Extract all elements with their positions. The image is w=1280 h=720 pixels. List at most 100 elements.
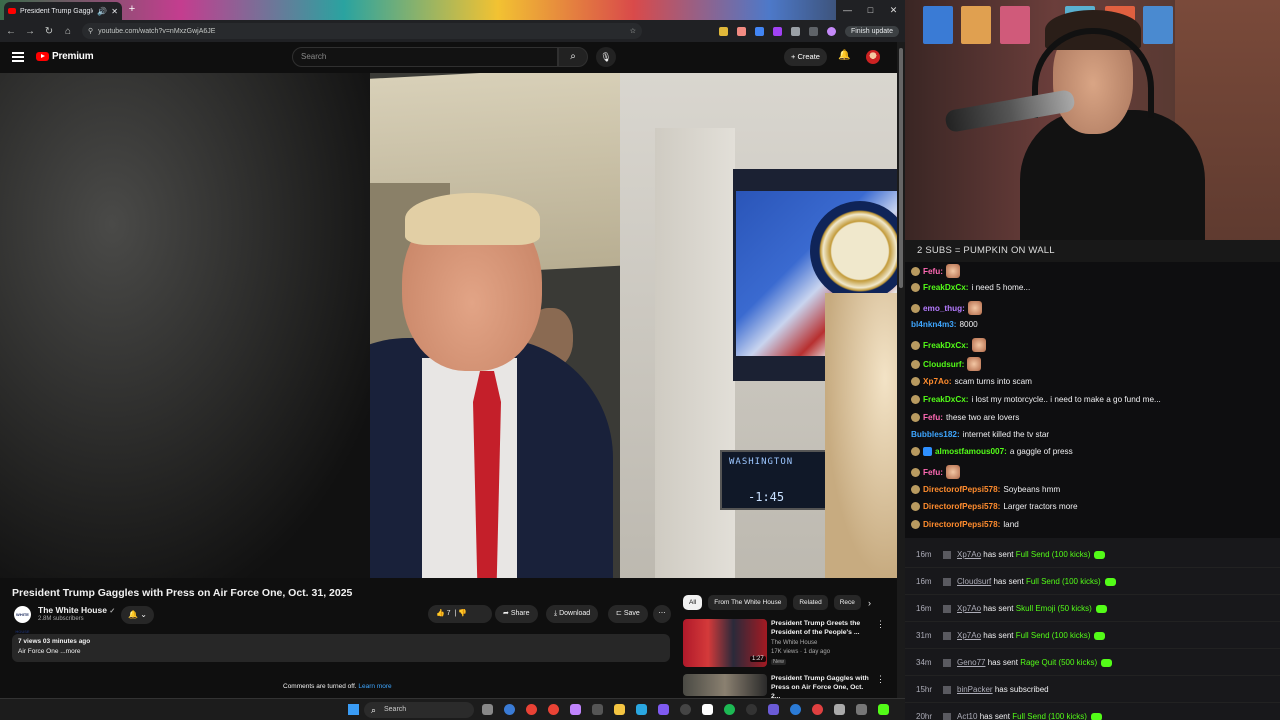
chip-related[interactable]: Related	[793, 595, 828, 610]
thumbs-up-icon[interactable]: 👍	[436, 610, 445, 617]
spotify-icon[interactable]	[724, 704, 735, 715]
chrome-icon[interactable]	[526, 704, 537, 715]
chat-username[interactable]: FreakDxCx:	[923, 395, 969, 404]
mute-tab-icon[interactable]: 🔊	[97, 7, 107, 16]
page-scrollbar-thumb[interactable]	[899, 48, 903, 288]
related-video-title[interactable]: President Trump Gaggles with Press on Ai…	[771, 674, 871, 698]
close-window-button[interactable]: ✕	[882, 0, 905, 20]
share-button[interactable]: ➦ Share	[495, 605, 538, 623]
finish-update-button[interactable]: Finish update	[844, 25, 899, 37]
chat-username[interactable]: FreakDxCx:	[923, 341, 969, 350]
event-user[interactable]: Xp7Ao	[957, 550, 981, 559]
app-icon[interactable]	[592, 704, 603, 715]
tab-title: President Trump Gaggles w	[20, 7, 93, 15]
kick-icon[interactable]	[878, 704, 889, 715]
more-vert-icon[interactable]: ⋮	[876, 674, 885, 685]
youtube-premium-logo[interactable]: Premium	[36, 51, 94, 62]
chat-username[interactable]: emo_thug:	[923, 304, 965, 313]
url-field[interactable]: ⚲ youtube.com/watch?v=nMxzGwjA6JE ☆	[82, 23, 642, 39]
site-info-icon[interactable]: ⚲	[88, 27, 93, 35]
app-icon[interactable]	[812, 704, 823, 715]
menu-icon[interactable]	[12, 52, 24, 62]
file-explorer-icon[interactable]	[614, 704, 625, 715]
chat-username[interactable]: FreakDxCx:	[923, 283, 969, 292]
chat-username[interactable]: Fefu:	[923, 267, 943, 276]
chevron-right-icon[interactable]: ›	[868, 598, 871, 608]
subscription-bell-button[interactable]: 🔔 ⌄	[121, 606, 154, 624]
description-box[interactable]: 7 views 03 minutes ago Air Force One ...…	[12, 634, 670, 662]
chat-username[interactable]: DirectorofPepsi578:	[923, 520, 1000, 529]
event-user[interactable]: Cloudsurf	[957, 577, 991, 586]
search-input[interactable]: Search	[292, 47, 558, 67]
home-icon[interactable]: ⌂	[63, 26, 73, 37]
app-icon[interactable]	[768, 704, 779, 715]
event-user[interactable]: Act10	[957, 712, 977, 720]
bookmark-star-icon[interactable]: ☆	[630, 27, 636, 35]
chat-username[interactable]: Fefu:	[923, 468, 943, 477]
maximize-button[interactable]: □	[859, 0, 882, 20]
search-button[interactable]: ⌕	[558, 47, 588, 67]
download-button[interactable]: ⤓ Download	[546, 605, 599, 623]
discord-icon[interactable]	[658, 704, 669, 715]
chat-username[interactable]: Cloudsurf:	[923, 360, 964, 369]
create-button[interactable]: + Create	[784, 48, 827, 66]
app-icon[interactable]	[746, 704, 757, 715]
app-icon[interactable]	[702, 704, 713, 715]
chat-username[interactable]: DirectorofPepsi578:	[923, 485, 1000, 494]
app-icon[interactable]	[856, 704, 867, 715]
learn-more-link[interactable]: Learn more	[358, 683, 391, 690]
edge-icon[interactable]	[504, 704, 515, 715]
notifications-icon[interactable]: 🔔	[838, 50, 850, 61]
event-user[interactable]: Geno77	[957, 658, 985, 667]
telegram-icon[interactable]	[636, 704, 647, 715]
task-view-icon[interactable]	[482, 704, 493, 715]
related-video-title[interactable]: President Trump Greets the President of …	[771, 619, 871, 637]
puzzle-icon[interactable]	[790, 26, 800, 36]
channel-name[interactable]: The White House ✓	[38, 605, 115, 615]
minimize-button[interactable]: —	[836, 0, 859, 20]
avatar[interactable]	[866, 50, 880, 64]
app-icon[interactable]	[790, 704, 801, 715]
channel-logo[interactable]: WHITE HOUSE	[14, 606, 31, 634]
extension-icon[interactable]	[718, 26, 728, 36]
chat-username[interactable]: Bubbles182:	[911, 430, 960, 439]
voice-search-icon[interactable]: 🎙	[596, 47, 616, 67]
thumbs-down-icon[interactable]: 👎	[458, 610, 467, 617]
extension-icon[interactable]	[736, 26, 746, 36]
app-icon[interactable]	[680, 704, 691, 715]
related-video-item[interactable]: President Trump Gaggles with Press on Ai…	[683, 674, 885, 698]
extension-icon[interactable]	[754, 26, 764, 36]
more-actions-button[interactable]: ⋯	[653, 605, 671, 623]
profile-icon[interactable]	[826, 26, 836, 36]
reload-icon[interactable]: ↻	[44, 26, 54, 37]
event-user[interactable]: Xp7Ao	[957, 631, 981, 640]
chip-recent[interactable]: Rece	[833, 595, 861, 610]
app-icon[interactable]	[834, 704, 845, 715]
chrome-profile-icon[interactable]	[548, 704, 559, 715]
sidepanel-icon[interactable]	[808, 26, 818, 36]
chat-username[interactable]: DirectorofPepsi578:	[923, 502, 1000, 511]
related-video-item[interactable]: 1:27 President Trump Greets the Presiden…	[683, 619, 885, 671]
windows-start-icon[interactable]	[348, 704, 359, 715]
more-vert-icon[interactable]: ⋮	[876, 619, 885, 630]
close-tab-icon[interactable]: ✕	[111, 7, 118, 16]
video-player[interactable]: WASHINGTON -1:45	[0, 73, 897, 578]
chat-username[interactable]: Xp7Ao:	[923, 377, 952, 386]
chat-username[interactable]: bl4nkn4m3:	[911, 320, 957, 329]
browser-tab[interactable]: President Trump Gaggles w 🔊 ✕	[4, 2, 122, 20]
back-icon[interactable]: ←	[6, 26, 16, 37]
taskbar-search[interactable]: Search	[364, 702, 474, 718]
video-thumbnail[interactable]	[683, 674, 767, 696]
chip-from-channel[interactable]: From The White House	[708, 595, 788, 610]
new-tab-button[interactable]: +	[126, 4, 138, 16]
event-user[interactable]: Xp7Ao	[957, 604, 981, 613]
chip-all[interactable]: All	[683, 595, 703, 610]
save-button[interactable]: ⊏ Save	[608, 605, 648, 623]
chat-username[interactable]: almostfamous007:	[935, 447, 1007, 456]
obs-icon[interactable]	[570, 704, 581, 715]
extension-icon[interactable]	[772, 26, 782, 36]
like-dislike-button[interactable]: 👍 7 | 👎	[428, 605, 492, 623]
forward-icon[interactable]: →	[25, 26, 35, 37]
event-user[interactable]: binPacker	[957, 685, 993, 694]
chat-username[interactable]: Fefu:	[923, 413, 943, 422]
